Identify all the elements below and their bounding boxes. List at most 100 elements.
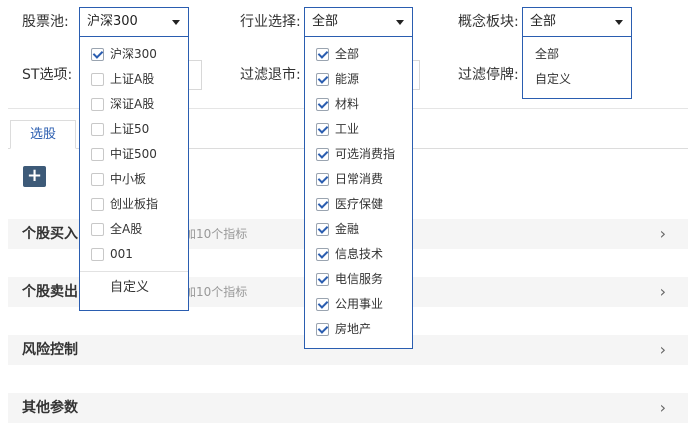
industry-option-label: 工业	[335, 122, 360, 136]
industry-option[interactable]: 医疗保健	[305, 192, 412, 217]
concept-menu: 全部 自定义	[522, 37, 632, 99]
pool-option[interactable]: 上证50	[80, 117, 188, 142]
concept-option[interactable]: 全部	[523, 42, 631, 67]
checkbox-icon[interactable]	[91, 123, 104, 136]
checkbox-icon[interactable]	[91, 248, 104, 261]
checkbox-checked-icon[interactable]	[316, 223, 329, 236]
industry-option-label: 医疗保健	[335, 197, 384, 211]
pool-option-label: 深证A股	[110, 97, 155, 111]
caret-down-icon	[172, 20, 180, 25]
filter-delist-label: 过滤退市:	[240, 67, 301, 83]
checkbox-icon[interactable]	[91, 73, 104, 86]
section-other-params[interactable]: 其他参数 ›	[8, 393, 688, 423]
pool-option-label: 上证A股	[110, 72, 155, 86]
checkbox-checked-icon[interactable]	[316, 298, 329, 311]
checkbox-checked-icon[interactable]	[316, 248, 329, 261]
checkbox-checked-icon[interactable]	[316, 273, 329, 286]
checkbox-checked-icon[interactable]	[316, 173, 329, 186]
industry-option[interactable]: 材料	[305, 92, 412, 117]
checkbox-checked-icon[interactable]	[316, 123, 329, 136]
checkbox-checked-icon[interactable]	[316, 198, 329, 211]
industry-option[interactable]: 工业	[305, 117, 412, 142]
pool-option[interactable]: 上证A股	[80, 67, 188, 92]
plus-icon: +	[26, 165, 43, 186]
industry-option[interactable]: 日常消费	[305, 167, 412, 192]
checkbox-checked-icon[interactable]	[91, 48, 104, 61]
pool-option-label: 上证50	[110, 122, 150, 136]
checkbox-checked-icon[interactable]	[316, 148, 329, 161]
pool-option[interactable]: 深证A股	[80, 92, 188, 117]
pool-option-label: 创业板指	[110, 197, 159, 211]
stock-pool-menu: 沪深300 上证A股深证A股上证50 中证500 中小板创业板指全A股 001 自定义	[79, 37, 189, 311]
industry-option-label: 日常消费	[335, 172, 384, 186]
chevron-right-icon: ›	[659, 340, 666, 359]
chevron-right-icon: ›	[659, 224, 666, 243]
industry-menu: 全部能源材料工业可选消费指日常消费医疗保健金融信息技术电信服务公用事业房地产	[304, 37, 413, 349]
tab-stock-selection[interactable]: 选股	[10, 120, 76, 149]
industry-option-label: 信息技术	[335, 247, 384, 261]
pool-option-custom[interactable]: 自定义	[80, 275, 188, 301]
industry-option-label: 公用事业	[335, 297, 384, 311]
filter-suspend-label: 过滤停牌:	[458, 67, 519, 83]
st-option-select[interactable]	[188, 60, 202, 90]
pool-option[interactable]: 中证500	[80, 142, 188, 167]
pool-option[interactable]: 全A股	[80, 217, 188, 242]
pool-option[interactable]: 中小板	[80, 167, 188, 192]
section-title: 风险控制	[22, 342, 78, 358]
pool-option-label: 全A股	[110, 222, 143, 236]
chevron-right-icon: ›	[659, 398, 666, 417]
concept-label: 概念板块:	[458, 14, 519, 30]
industry-option-label: 材料	[335, 97, 360, 111]
industry-option[interactable]: 公用事业	[305, 292, 412, 317]
checkbox-icon[interactable]	[91, 198, 104, 211]
st-option-label: ST选项:	[22, 67, 73, 83]
industry-option-label: 能源	[335, 72, 360, 86]
industry-option[interactable]: 信息技术	[305, 242, 412, 267]
pool-option[interactable]: 001	[80, 242, 188, 267]
section-hint: 加10个指标	[184, 285, 248, 299]
industry-option[interactable]: 全部	[305, 42, 412, 67]
industry-option-label: 房地产	[335, 322, 372, 336]
industry-option[interactable]: 能源	[305, 67, 412, 92]
concept-option[interactable]: 自定义	[523, 67, 631, 92]
pool-option[interactable]: 创业板指	[80, 192, 188, 217]
industry-option-label: 可选消费指	[335, 147, 396, 161]
add-button[interactable]: +	[23, 166, 46, 187]
industry-select[interactable]: 全部	[304, 7, 413, 37]
pool-option[interactable]: 沪深300	[80, 42, 188, 67]
concept-select[interactable]: 全部	[522, 7, 632, 37]
section-title: 个股买入	[22, 226, 78, 242]
filter-delist-select[interactable]	[412, 60, 420, 90]
industry-option-label: 电信服务	[335, 272, 384, 286]
pool-option-label: 沪深300	[110, 47, 157, 61]
caret-down-icon	[615, 20, 623, 25]
stock-pool-label: 股票池:	[22, 14, 69, 30]
checkbox-checked-icon[interactable]	[316, 73, 329, 86]
chevron-right-icon: ›	[659, 282, 666, 301]
checkbox-checked-icon[interactable]	[316, 323, 329, 336]
stock-pool-select[interactable]: 沪深300	[79, 7, 189, 37]
section-title: 个股卖出	[22, 284, 78, 300]
pool-option-label: 中证500	[110, 147, 157, 161]
checkbox-checked-icon[interactable]	[316, 48, 329, 61]
checkbox-icon[interactable]	[91, 173, 104, 186]
stock-pool-value: 沪深300	[87, 14, 138, 29]
concept-value: 全部	[530, 14, 557, 29]
checkbox-checked-icon[interactable]	[316, 98, 329, 111]
industry-label: 行业选择:	[240, 14, 301, 30]
industry-option[interactable]: 房地产	[305, 317, 412, 342]
pool-option-label: 001	[110, 247, 133, 261]
industry-option[interactable]: 可选消费指	[305, 142, 412, 167]
section-hint: 加10个指标	[184, 227, 248, 241]
section-title: 其他参数	[22, 400, 78, 416]
caret-down-icon	[396, 20, 404, 25]
menu-divider	[80, 271, 188, 272]
industry-option-label: 全部	[335, 47, 360, 61]
industry-option[interactable]: 金融	[305, 217, 412, 242]
industry-option-label: 金融	[335, 222, 360, 236]
industry-option[interactable]: 电信服务	[305, 267, 412, 292]
checkbox-icon[interactable]	[91, 223, 104, 236]
checkbox-icon[interactable]	[91, 98, 104, 111]
industry-value: 全部	[312, 14, 339, 29]
checkbox-icon[interactable]	[91, 148, 104, 161]
